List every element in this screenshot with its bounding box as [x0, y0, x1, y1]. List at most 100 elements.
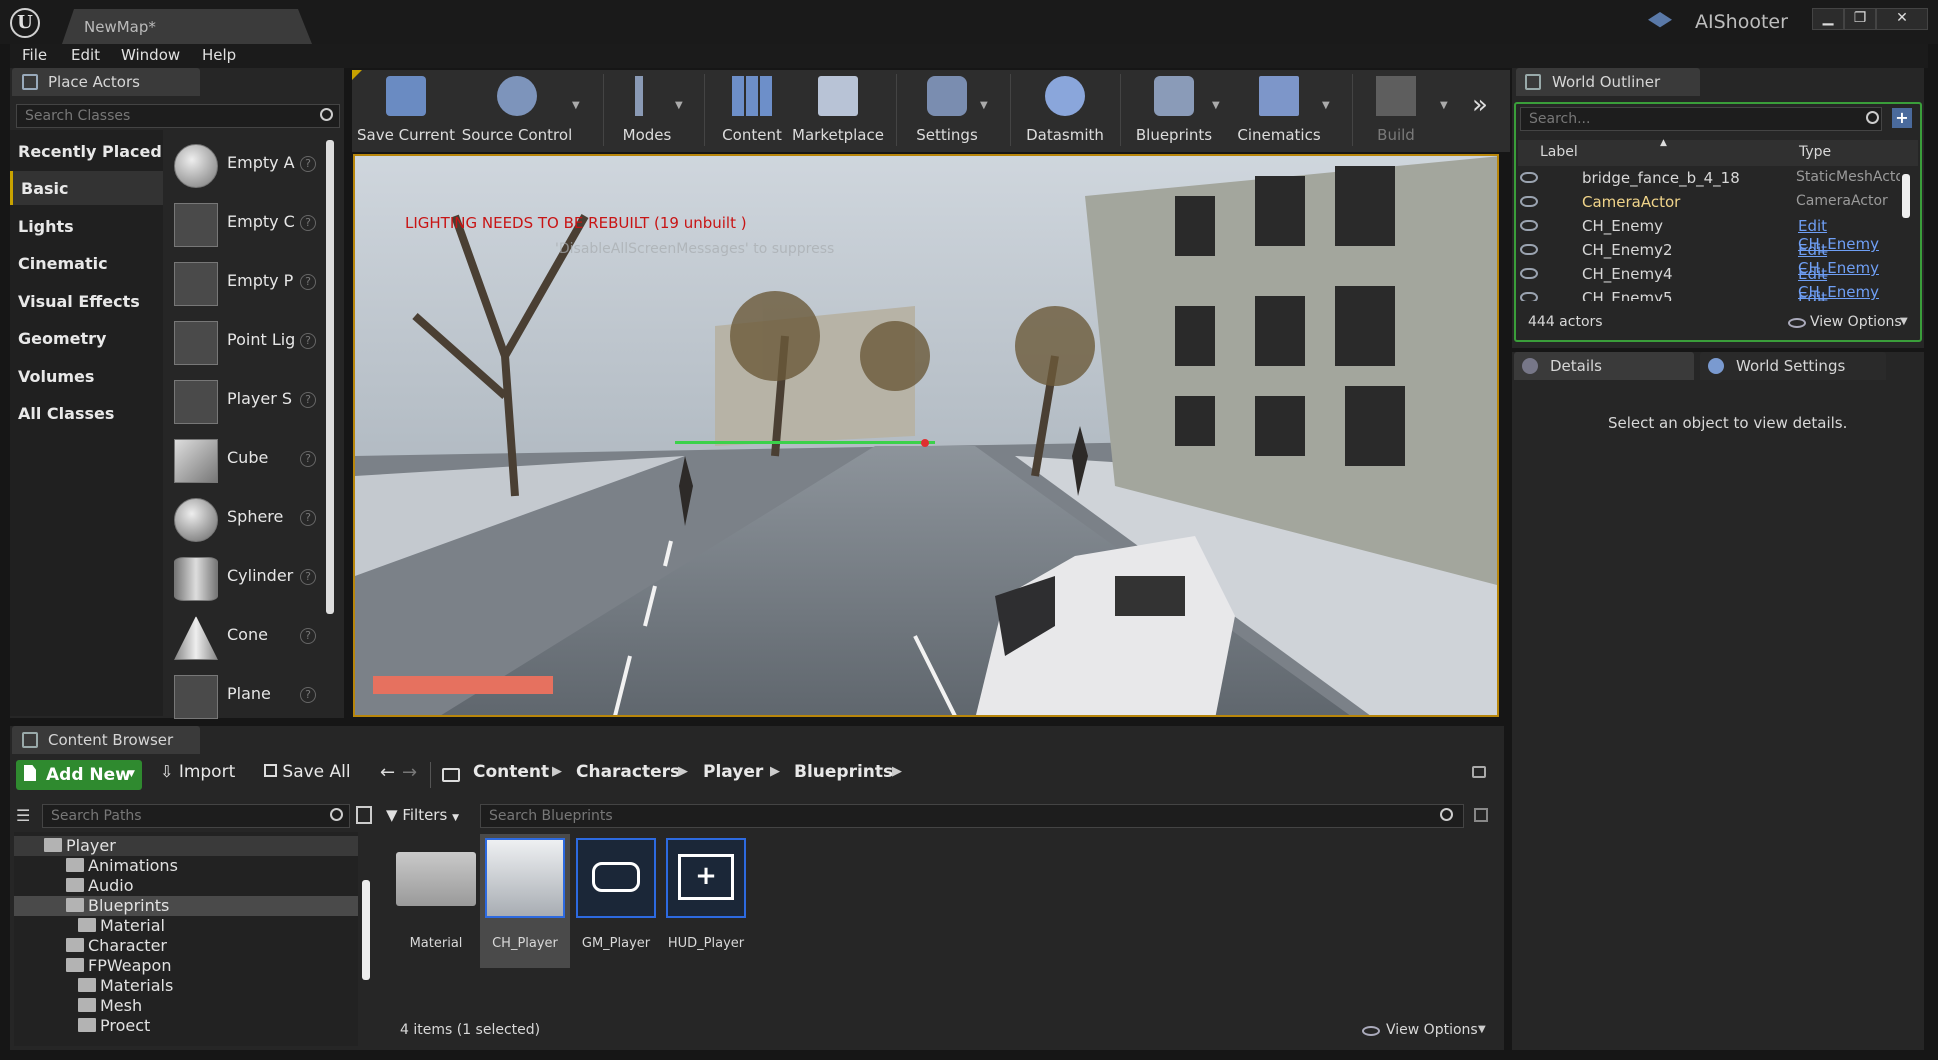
tree-item-character[interactable]: Character — [14, 936, 358, 956]
help-icon[interactable]: ? — [300, 156, 316, 172]
filters-button[interactable]: ▼ Filters ▼ — [386, 806, 459, 824]
help-icon[interactable]: ? — [300, 569, 316, 585]
maximize-button[interactable]: ❐ — [1844, 8, 1876, 30]
toggle-sources-icon[interactable]: ☰ — [16, 806, 30, 825]
category-geometry[interactable]: Geometry — [10, 321, 163, 355]
category-recently-placed[interactable]: Recently Placed — [10, 134, 163, 168]
outliner-search-input[interactable]: Search... — [1520, 107, 1882, 131]
breadcrumb-blueprints[interactable]: Blueprints — [794, 762, 893, 782]
close-button[interactable]: ✕ — [1876, 8, 1928, 30]
breadcrumb-player[interactable]: Player — [703, 762, 763, 782]
outliner-row[interactable]: CH_Enemy2 Edit CH_Enemy — [1520, 239, 1900, 277]
build-button[interactable]: Build — [1360, 70, 1432, 152]
visibility-eye-icon[interactable] — [1520, 268, 1538, 279]
lock-icon[interactable] — [1472, 766, 1486, 778]
help-icon[interactable]: ? — [300, 510, 316, 526]
actor-cylinder[interactable]: Cylinder? — [168, 549, 322, 605]
help-icon[interactable]: ? — [300, 333, 316, 349]
menu-help[interactable]: Help — [202, 46, 236, 64]
search-classes-input[interactable]: Search Classes — [16, 104, 340, 128]
outliner-scrollbar[interactable] — [1902, 174, 1910, 218]
asset-material-folder[interactable]: Material — [396, 838, 476, 968]
visibility-eye-icon[interactable] — [1520, 220, 1538, 231]
content-button[interactable]: Content — [717, 70, 787, 152]
help-icon[interactable]: ? — [300, 215, 316, 231]
category-all-classes[interactable]: All Classes — [10, 396, 163, 430]
minimize-button[interactable]: ▁ — [1812, 8, 1844, 30]
dropdown-arrow-icon[interactable]: ▼ — [675, 100, 683, 111]
dropdown-arrow-icon[interactable]: ▼ — [1212, 100, 1220, 111]
level-viewport[interactable]: LIGHTING NEEDS TO BE REBUILT (19 unbuilt… — [353, 154, 1499, 717]
dropdown-arrow-icon[interactable]: ▼ — [1322, 100, 1330, 111]
add-filter-icon[interactable]: + — [1892, 108, 1912, 128]
save-search-icon[interactable] — [1474, 808, 1488, 822]
search-paths-input[interactable]: Search Paths — [42, 804, 350, 828]
dropdown-arrow-icon[interactable]: ▼ — [980, 100, 988, 111]
visibility-eye-icon[interactable] — [1520, 292, 1538, 301]
visibility-eye-icon[interactable] — [1520, 172, 1538, 183]
view-list-icon[interactable] — [356, 806, 372, 824]
content-browser-tab[interactable]: Content Browser — [12, 726, 200, 754]
outliner-row[interactable]: CH_Enemy Edit CH_Enemy — [1520, 215, 1900, 253]
settings-button[interactable]: Settings — [906, 70, 988, 152]
details-tab[interactable]: Details — [1514, 352, 1694, 380]
asset-ch-player[interactable]: CH_Player — [485, 838, 565, 968]
cinematics-button[interactable]: Cinematics — [1236, 70, 1322, 152]
actor-cube[interactable]: Cube? — [168, 431, 322, 487]
actor-player-start[interactable]: Player S? — [168, 372, 322, 428]
map-tab[interactable]: NewMap* — [62, 9, 312, 44]
breadcrumb-content[interactable]: Content — [473, 762, 549, 782]
world-settings-tab[interactable]: World Settings — [1700, 352, 1886, 380]
asset-hud-player[interactable]: + HUD_Player — [666, 838, 746, 968]
tree-item-mesh[interactable]: Mesh — [14, 996, 358, 1016]
help-icon[interactable]: ? — [300, 392, 316, 408]
tree-item-proect[interactable]: Proect — [14, 1016, 358, 1036]
actor-empty-pawn[interactable]: Empty P? — [168, 254, 322, 310]
toolbar-more-icon[interactable]: » — [1472, 90, 1488, 120]
breadcrumb-characters[interactable]: Characters — [576, 762, 680, 782]
help-icon[interactable]: ? — [300, 451, 316, 467]
category-lights[interactable]: Lights — [10, 209, 163, 243]
visibility-eye-icon[interactable] — [1520, 244, 1538, 255]
back-arrow-icon[interactable]: ← — [380, 762, 395, 783]
asset-gm-player[interactable]: GM_Player — [576, 838, 656, 968]
import-button[interactable]: ⇩ Import — [160, 762, 235, 782]
actor-plane[interactable]: Plane? — [168, 667, 322, 723]
save-current-button[interactable]: Save Current — [356, 70, 456, 152]
modes-button[interactable]: Modes — [612, 70, 682, 152]
help-icon[interactable]: ? — [300, 628, 316, 644]
category-volumes[interactable]: Volumes — [10, 359, 163, 393]
outliner-row[interactable]: bridge_fance_b_4_18 StaticMeshActor — [1520, 167, 1900, 191]
source-control-button[interactable]: Source Control — [460, 70, 574, 152]
world-outliner-tab[interactable]: World Outliner — [1516, 68, 1700, 96]
visibility-eye-icon[interactable] — [1520, 196, 1538, 207]
tree-item-material[interactable]: Material — [14, 916, 358, 936]
outliner-row[interactable]: CH_Enemy5 Edit CH_Enemy — [1520, 287, 1900, 301]
actor-sphere[interactable]: Sphere? — [168, 490, 322, 546]
marketplace-button[interactable]: Marketplace — [790, 70, 886, 152]
tree-item-audio[interactable]: Audio — [14, 876, 358, 896]
add-new-button[interactable]: Add New ▼ — [16, 760, 142, 790]
edit-blueprint-link[interactable]: Edit CH_Enemy — [1798, 289, 1900, 301]
place-actors-tab[interactable]: Place Actors — [12, 68, 200, 96]
breadcrumb-separator-icon[interactable]: ▶ — [678, 764, 688, 779]
actor-empty-character[interactable]: Empty C? — [168, 195, 322, 251]
assets-view-options[interactable]: View Options — [1386, 1022, 1478, 1038]
breadcrumb-separator-icon[interactable]: ▶ — [552, 764, 562, 779]
dropdown-arrow-icon[interactable]: ▼ — [1440, 100, 1448, 111]
outliner-view-options[interactable]: View Options — [1810, 314, 1902, 330]
tree-item-fpweapon[interactable]: FPWeapon — [14, 956, 358, 976]
actor-empty-actor[interactable]: Empty A? — [168, 136, 322, 192]
search-blueprints-input[interactable]: Search Blueprints — [480, 804, 1464, 828]
tree-item-blueprints[interactable]: Blueprints — [14, 896, 358, 916]
tree-item-player[interactable]: Player — [14, 836, 358, 856]
breadcrumb-separator-icon[interactable]: ▶ — [770, 764, 780, 779]
actor-cone[interactable]: Cone? — [168, 608, 322, 664]
save-all-button[interactable]: Save All — [264, 762, 351, 782]
tree-scrollbar[interactable] — [362, 880, 370, 980]
datasmith-button[interactable]: Datasmith — [1020, 70, 1110, 152]
category-visual-effects[interactable]: Visual Effects — [10, 284, 163, 318]
outliner-row[interactable]: CameraActor CameraActor — [1520, 191, 1900, 215]
help-icon[interactable]: ? — [300, 274, 316, 290]
actors-scrollbar[interactable] — [326, 140, 334, 614]
